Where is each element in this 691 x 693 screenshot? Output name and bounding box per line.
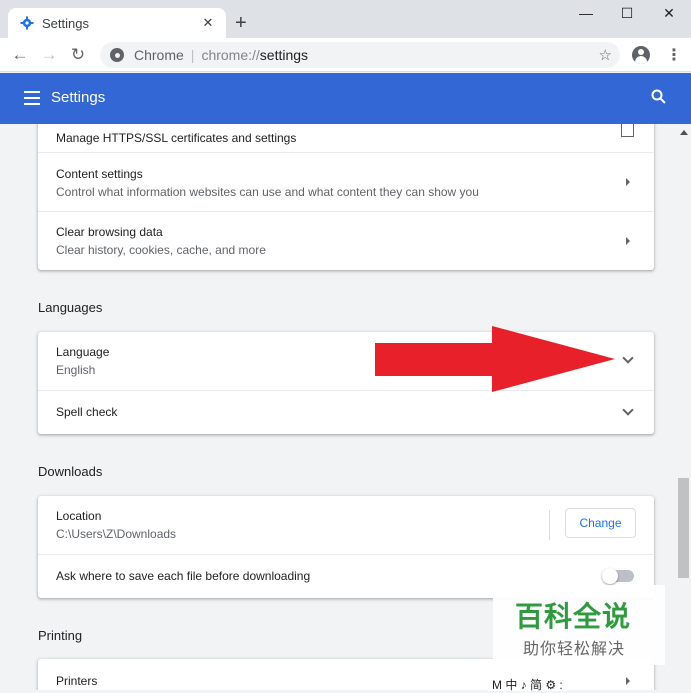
row-subtitle: Control what information websites can us… bbox=[56, 185, 479, 199]
address-separator: | bbox=[190, 47, 195, 63]
site-chip: Chrome bbox=[134, 47, 184, 63]
chevron-down-icon[interactable] bbox=[622, 352, 634, 364]
chevron-right-icon bbox=[626, 178, 630, 186]
url-path: settings bbox=[259, 47, 309, 63]
menu-icon[interactable]: ⋮ bbox=[666, 45, 682, 65]
back-icon[interactable]: ← bbox=[9, 44, 31, 66]
ime-toolbar[interactable]: M 中 ♪ 简 ⚙ : bbox=[488, 677, 567, 692]
url-scheme: chrome:// bbox=[201, 47, 260, 63]
tab-settings[interactable]: Settings ✕ bbox=[8, 8, 226, 38]
tab-title: Settings bbox=[42, 15, 89, 31]
row-subtitle: English bbox=[56, 363, 96, 377]
watermark-logo: 百科全说 助你轻松解决 bbox=[493, 585, 665, 665]
spell-check-row[interactable]: Spell check bbox=[38, 390, 654, 434]
hamburger-icon[interactable] bbox=[24, 91, 40, 105]
plus-icon[interactable]: + bbox=[235, 13, 247, 33]
annotation-arrow bbox=[375, 326, 615, 392]
chevron-right-icon bbox=[626, 237, 630, 245]
chrome-site-icon bbox=[110, 48, 124, 62]
content-settings-row[interactable]: Content settings Control what informatio… bbox=[38, 152, 654, 211]
ask-label: Ask where to save each file before downl… bbox=[56, 569, 311, 583]
window-close-button[interactable]: ✕ bbox=[654, 5, 684, 22]
privacy-card: Manage HTTPS/SSL certificates and settin… bbox=[38, 124, 654, 270]
open-external-icon bbox=[621, 124, 634, 137]
manage-certificates-row[interactable]: Manage HTTPS/SSL certificates and settin… bbox=[38, 124, 654, 152]
address-bar[interactable]: Chrome | chrome://settings ☆ bbox=[100, 42, 620, 68]
row-title: Manage HTTPS/SSL certificates and settin… bbox=[56, 131, 297, 145]
printing-section-title: Printing bbox=[38, 628, 83, 643]
star-icon[interactable]: ☆ bbox=[599, 46, 612, 64]
settings-header: Settings bbox=[0, 73, 691, 124]
row-subtitle: Clear history, cookies, cache, and more bbox=[56, 243, 266, 257]
profile-icon[interactable] bbox=[632, 46, 650, 64]
minimize-button[interactable]: — bbox=[571, 5, 601, 21]
settings-gear-icon bbox=[20, 16, 34, 30]
watermark-subtitle: 助你轻松解决 bbox=[523, 641, 626, 658]
chevron-right-icon bbox=[626, 677, 630, 685]
row-title: Content settings bbox=[56, 167, 143, 181]
row-title: Language bbox=[56, 345, 110, 359]
scroll-up-arrow[interactable] bbox=[680, 130, 688, 135]
scroll-thumb[interactable] bbox=[678, 478, 689, 578]
row-title: Clear browsing data bbox=[56, 225, 163, 239]
tab-strip: Settings ✕ + — ☐ ✕ bbox=[0, 0, 691, 38]
chevron-down-icon[interactable] bbox=[622, 404, 634, 416]
page-title: Settings bbox=[51, 89, 106, 106]
location-label: Location bbox=[56, 509, 102, 523]
maximize-button[interactable]: ☐ bbox=[612, 5, 642, 22]
page-scrollbar[interactable] bbox=[676, 124, 691, 690]
row-divider bbox=[549, 510, 550, 540]
location-value: C:\Users\Z\Downloads bbox=[56, 527, 177, 541]
clear-browsing-data-row[interactable]: Clear browsing data Clear history, cooki… bbox=[38, 211, 654, 270]
downloads-card: Location C:\Users\Z\Downloads Change Ask… bbox=[38, 496, 654, 598]
watermark-title: 百科全说 bbox=[515, 601, 632, 632]
ask-where-to-save-toggle[interactable] bbox=[602, 568, 634, 584]
close-icon[interactable]: ✕ bbox=[200, 15, 216, 31]
row-title: Spell check bbox=[56, 405, 118, 419]
download-location-row: Location C:\Users\Z\Downloads Change bbox=[38, 496, 654, 554]
languages-section-title: Languages bbox=[38, 300, 103, 315]
row-title: Printers bbox=[56, 674, 98, 688]
reload-icon[interactable]: ↻ bbox=[67, 44, 89, 66]
change-location-button[interactable]: Change bbox=[565, 508, 636, 538]
browser-toolbar: ← → ↻ Chrome | chrome://settings ☆ bbox=[0, 38, 691, 72]
search-icon[interactable] bbox=[650, 88, 668, 106]
downloads-section-title: Downloads bbox=[38, 464, 103, 479]
forward-icon[interactable]: → bbox=[38, 44, 60, 66]
